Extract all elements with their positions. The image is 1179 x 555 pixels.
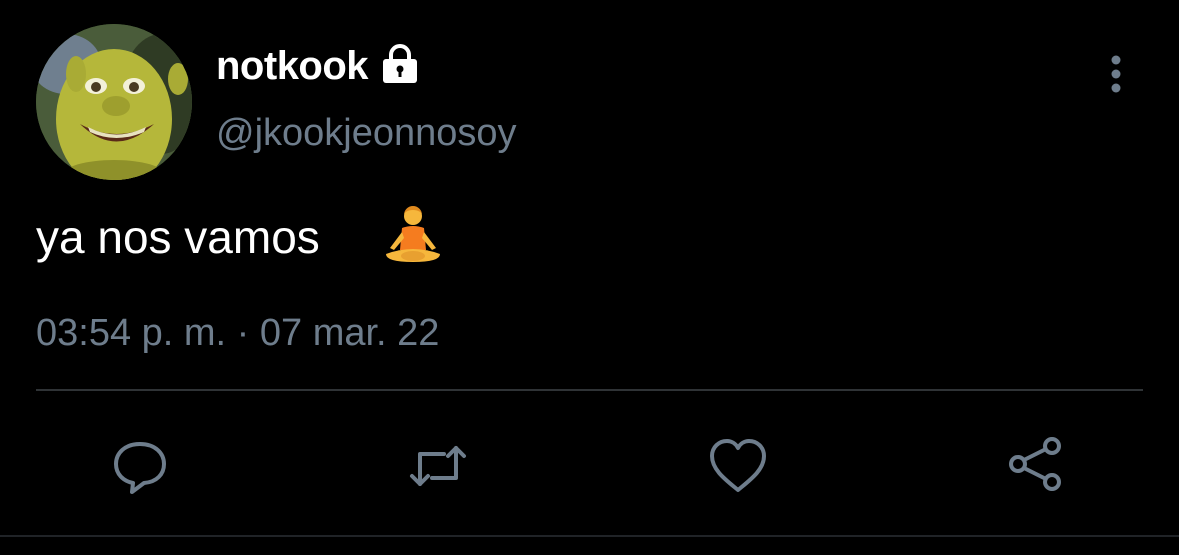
- tweet-detail: notkook @jkookjeonnosoy ya nos vamos 03:…: [0, 0, 1179, 555]
- speech-bubble-icon: [114, 442, 166, 494]
- bottom-divider: [0, 535, 1179, 537]
- lock-icon: [379, 42, 421, 84]
- divider: [36, 389, 1143, 391]
- person-in-lotus-position-icon: [382, 204, 444, 270]
- tweet-text: ya nos vamos: [36, 211, 320, 263]
- share-icon: [1009, 437, 1061, 491]
- avatar[interactable]: [36, 24, 192, 180]
- retweet-icon: [410, 446, 466, 486]
- tweet-timestamp[interactable]: 03:54 p. m. · 07 mar. 22: [36, 312, 439, 355]
- reply-button[interactable]: [108, 434, 172, 498]
- more-options-icon[interactable]: [1098, 52, 1134, 100]
- like-button[interactable]: [706, 434, 770, 498]
- share-button[interactable]: [1004, 434, 1068, 498]
- user-handle[interactable]: @jkookjeonnosoy: [216, 112, 517, 155]
- shrek-avatar-image: [36, 24, 192, 180]
- display-name[interactable]: notkook: [216, 44, 369, 89]
- heart-icon: [710, 439, 766, 492]
- retweet-button[interactable]: [406, 434, 470, 498]
